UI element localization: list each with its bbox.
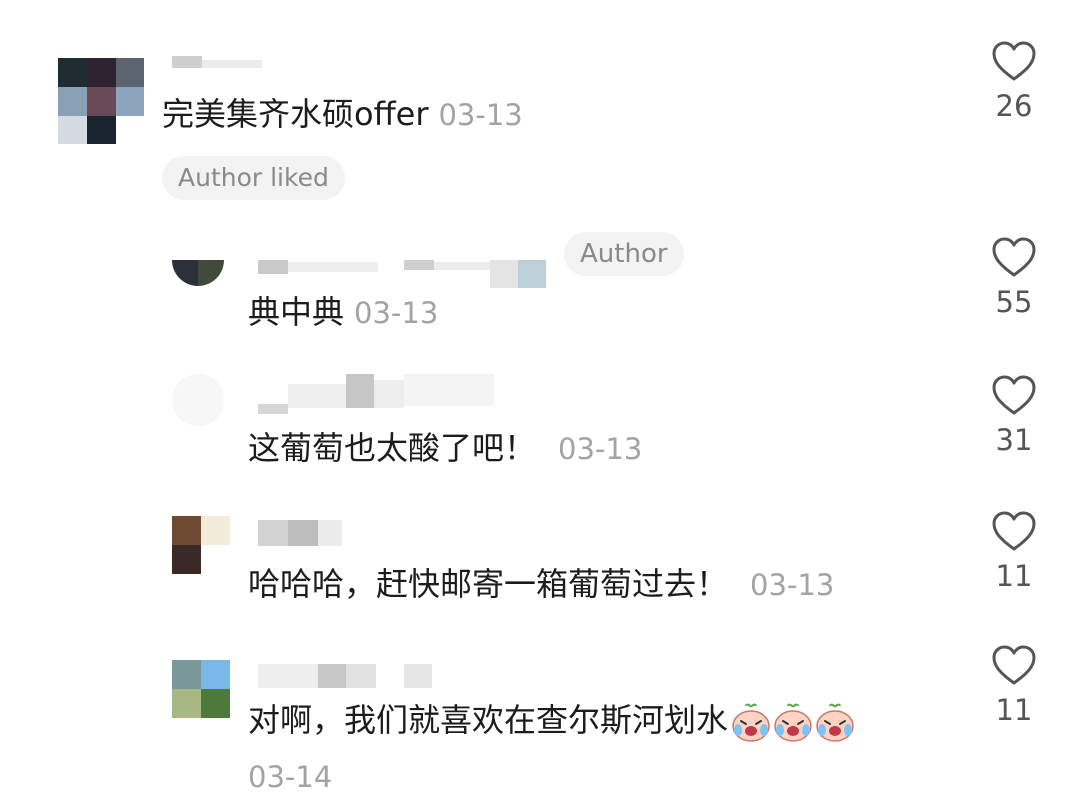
comment-date: 03-13 <box>750 568 835 602</box>
heart-outline-icon[interactable] <box>991 374 1037 416</box>
comment-body: 对啊，我们就喜欢在查尔斯河划水 <box>248 701 729 739</box>
comment-date: 03-14 <box>248 760 333 794</box>
like-button[interactable]: 11 <box>978 644 1050 728</box>
heart-outline-icon[interactable] <box>991 510 1037 552</box>
author-badge: Author <box>564 232 684 276</box>
comment-body: 典中典 <box>248 293 345 331</box>
username-redacted[interactable] <box>258 374 518 414</box>
avatar[interactable] <box>172 374 224 426</box>
avatar[interactable] <box>172 516 230 574</box>
like-button[interactable]: 11 <box>978 510 1050 594</box>
comment-date-row: 03-14 <box>248 756 332 797</box>
comment-date: 03-13 <box>438 98 523 132</box>
like-button[interactable]: 26 <box>978 40 1050 124</box>
crying-face-emoji <box>816 703 854 742</box>
crying-face-emoji <box>774 703 812 742</box>
comment-text: 典中典 03-13 <box>248 292 438 333</box>
comment-text: 哈哈哈，赶快邮寄一箱葡萄过去！ 03-13 <box>248 564 834 605</box>
heart-outline-icon[interactable] <box>991 236 1037 278</box>
comment-body: 这葡萄也太酸了吧！ <box>248 429 537 467</box>
like-count: 11 <box>995 559 1033 593</box>
like-count: 31 <box>995 423 1033 457</box>
avatar[interactable] <box>172 234 224 286</box>
reply-item: 哈哈哈，赶快邮寄一箱葡萄过去！ 03-13 11 <box>0 496 1080 626</box>
comment-text: 这葡萄也太酸了吧！ 03-13 <box>248 428 642 469</box>
comment-date: 03-13 <box>558 432 643 466</box>
comment-text: 对啊，我们就喜欢在查尔斯河划水 <box>248 700 856 743</box>
comment-item: 完美集齐水硕offer 03-13 Author liked 26 <box>0 0 1080 210</box>
username-redacted[interactable] <box>258 660 438 690</box>
username-redacted[interactable] <box>172 56 272 70</box>
comment-body: 完美集齐水硕offer <box>162 95 429 133</box>
like-button[interactable]: 55 <box>978 236 1050 320</box>
comment-body: 哈哈哈，赶快邮寄一箱葡萄过去！ <box>248 565 729 603</box>
avatar[interactable] <box>58 58 144 144</box>
heart-outline-icon[interactable] <box>991 40 1037 82</box>
comment-date: 03-13 <box>354 296 439 330</box>
reply-item: Author 典中典 03-13 55 <box>0 220 1080 350</box>
like-count: 26 <box>995 89 1033 123</box>
like-button[interactable]: 31 <box>978 374 1050 458</box>
reply-item: 这葡萄也太酸了吧！ 03-13 31 <box>0 360 1080 490</box>
author-liked-badge: Author liked <box>162 156 345 200</box>
emoji-group <box>730 701 856 743</box>
avatar[interactable] <box>172 660 230 718</box>
reply-item: 对啊，我们就喜欢在查尔斯河划水 03-14 11 <box>0 634 1080 810</box>
username-redacted[interactable] <box>258 516 348 548</box>
like-count: 11 <box>995 693 1033 727</box>
heart-outline-icon[interactable] <box>991 644 1037 686</box>
crying-face-emoji <box>732 703 770 742</box>
comment-text: 完美集齐水硕offer 03-13 <box>162 94 523 135</box>
like-count: 55 <box>995 285 1033 319</box>
username-redacted[interactable] <box>258 256 558 288</box>
